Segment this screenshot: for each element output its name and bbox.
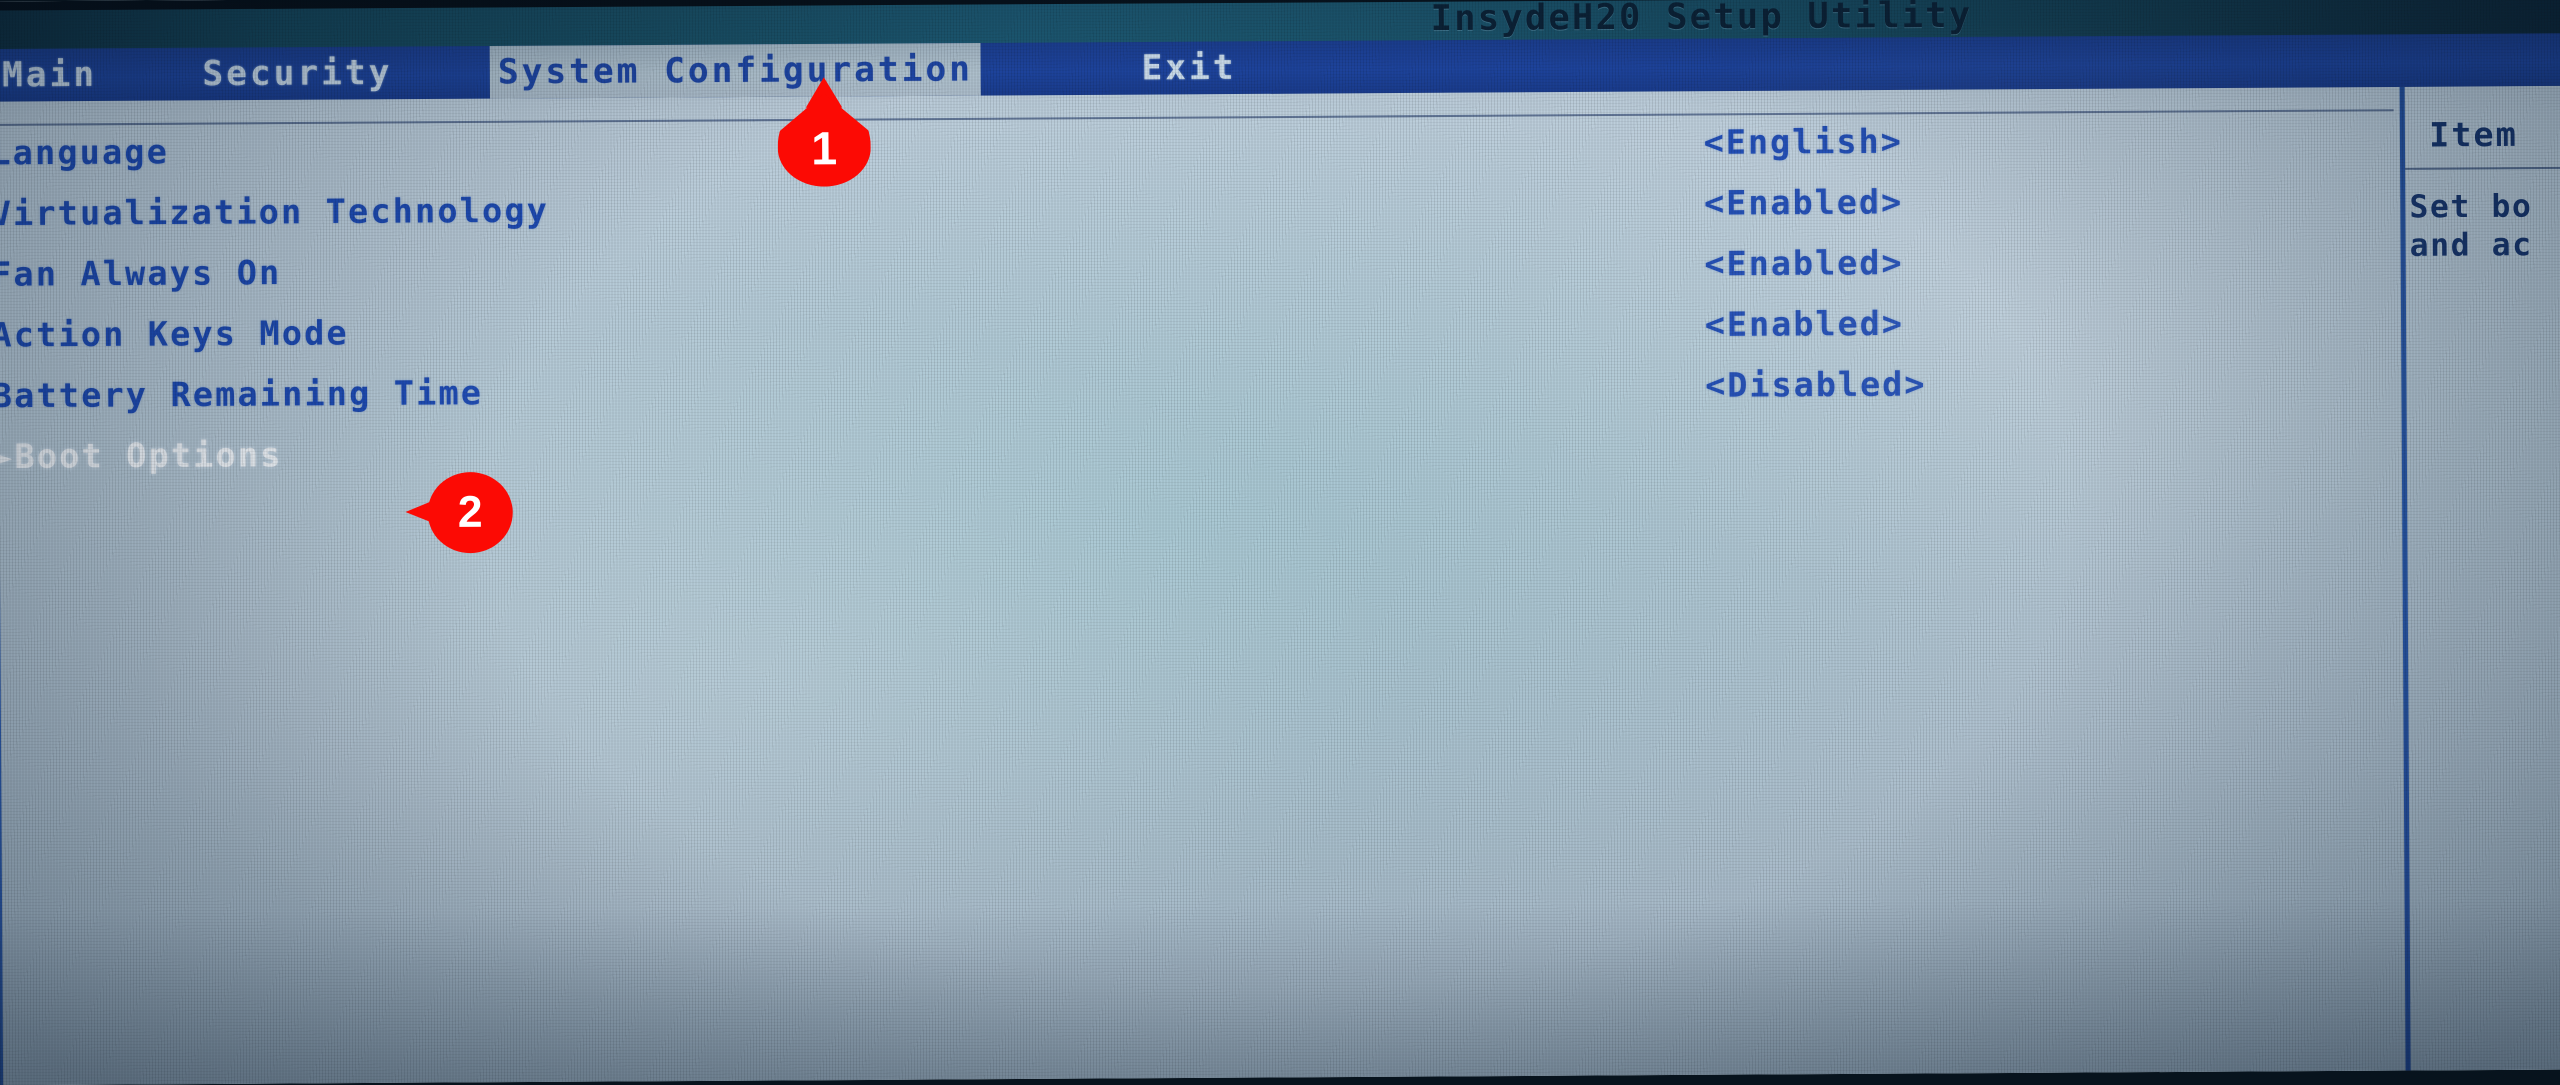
annotation-marker-1: 1 (777, 77, 871, 187)
setting-row-action-keys-mode[interactable]: Action Keys Mode <Enabled> (0, 303, 2319, 355)
header-divider (0, 109, 2394, 126)
help-pane-title: Item (2429, 114, 2518, 155)
setting-row-boot-options[interactable]: ►Boot Options (0, 427, 2320, 477)
setting-value[interactable]: <Enabled> (1704, 243, 1903, 284)
settings-page: Language <English> Virtualization Techno… (0, 85, 2560, 1085)
setting-row-language[interactable]: Language <English> (0, 121, 2318, 173)
menu-tab-security[interactable]: Security (202, 47, 392, 101)
marker-number: 1 (811, 121, 838, 175)
setting-value[interactable]: <English> (1704, 121, 1903, 162)
menu-tab-main[interactable]: Main (2, 48, 97, 101)
setting-row-virtualization-technology[interactable]: Virtualization Technology <Enabled> (0, 182, 2318, 234)
setting-row-fan-always-on[interactable]: Fan Always On <Enabled> (0, 243, 2319, 294)
setting-label: ►Boot Options (0, 434, 283, 477)
help-pane-text: Set bo and ac (2409, 188, 2533, 264)
setting-label: Action Keys Mode (0, 312, 349, 355)
menu-tab-system-configuration[interactable]: System Configuration (489, 42, 982, 99)
setting-label: Fan Always On (0, 252, 282, 294)
setting-value[interactable]: <Disabled> (1705, 364, 1927, 405)
setting-row-battery-remaining-time[interactable]: Battery Remaining Time <Disabled> (0, 364, 2320, 416)
settings-list: Language <English> Virtualization Techno… (0, 121, 2319, 476)
setting-label: Virtualization Technology (0, 190, 550, 234)
setting-value[interactable]: <Enabled> (1705, 303, 1904, 344)
setting-label: Language (0, 131, 170, 173)
bios-screen: InsydeH20 Setup Utility Main Security Sy… (0, 0, 2560, 1085)
page-title: InsydeH20 Setup Utility (1430, 0, 1973, 40)
setting-value[interactable]: <Enabled> (1704, 182, 1903, 223)
menu-tab-exit[interactable]: Exit (1141, 41, 1236, 94)
help-pane-divider-horizontal (2405, 166, 2560, 170)
item-help-pane: Item Set bo and ac (2405, 86, 2560, 1071)
marker-number: 2 (457, 487, 483, 537)
annotation-marker-2: 2 (405, 471, 513, 554)
setting-label: Battery Remaining Time (0, 372, 484, 416)
